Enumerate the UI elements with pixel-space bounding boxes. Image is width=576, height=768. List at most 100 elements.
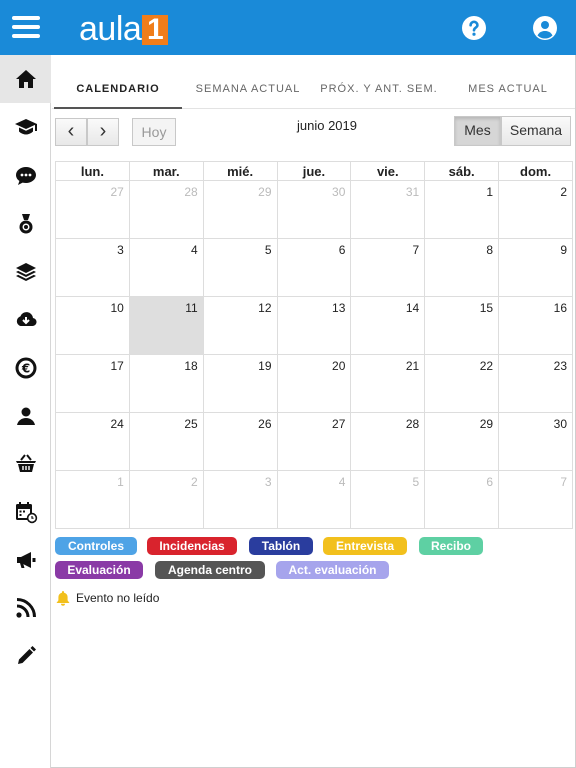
unread-label: Evento no leído <box>76 591 160 605</box>
tab-prox-ant-semana[interactable]: PRÓX. Y ANT. SEM. <box>314 69 444 109</box>
sidebar-item-shop[interactable] <box>0 440 51 488</box>
day-cell-other-month[interactable]: 3 <box>202 470 278 529</box>
day-cell[interactable]: 25 <box>128 412 204 471</box>
week-row: 17 18 19 20 21 22 23 <box>55 354 573 413</box>
day-cell[interactable]: 2 <box>498 180 573 239</box>
day-cell-other-month[interactable]: 2 <box>128 470 204 529</box>
legend-tag-act-evaluacion[interactable]: Act. evaluación <box>276 561 389 579</box>
megaphone-icon <box>16 552 35 568</box>
day-cell[interactable]: 28 <box>350 412 426 471</box>
sidebar-item-announcements[interactable] <box>0 536 51 584</box>
day-cell[interactable]: 1 <box>424 180 500 239</box>
day-cell-other-month[interactable]: 7 <box>498 470 573 529</box>
day-cell-other-month[interactable]: 29 <box>202 180 278 239</box>
sidebar-item-profile[interactable] <box>0 392 51 440</box>
day-cell-other-month[interactable]: 28 <box>128 180 204 239</box>
graduation-cap-icon <box>14 119 37 135</box>
day-cell-other-month[interactable]: 30 <box>276 180 352 239</box>
day-cell[interactable]: 7 <box>350 238 426 297</box>
layers-icon <box>15 263 36 281</box>
day-cell[interactable]: 15 <box>424 296 500 355</box>
today-button[interactable]: Hoy <box>132 118 176 146</box>
month-calendar: lun. mar. mié. jue. vie. sáb. dom. 27 28… <box>55 161 573 529</box>
view-tabs: CALENDARIO SEMANA ACTUAL PRÓX. Y ANT. SE… <box>52 69 575 109</box>
next-month-button[interactable]: › <box>87 118 119 146</box>
day-cell[interactable]: 13 <box>276 296 352 355</box>
sidebar-item-academic[interactable] <box>0 103 51 151</box>
chat-icon <box>15 167 36 185</box>
day-cell[interactable]: 22 <box>424 354 500 413</box>
day-cell[interactable]: 19 <box>202 354 278 413</box>
calendar-clock-icon <box>15 502 37 524</box>
rss-icon <box>15 598 36 618</box>
day-cell[interactable]: 17 <box>55 354 130 413</box>
app-logo[interactable]: aula 1 <box>79 10 169 48</box>
day-cell[interactable]: 23 <box>498 354 573 413</box>
prev-month-button[interactable]: ‹ <box>55 118 87 146</box>
legend-tag-controles[interactable]: Controles <box>55 537 137 555</box>
day-cell[interactable]: 24 <box>55 412 130 471</box>
week-row: 27 28 29 30 31 1 2 <box>55 180 573 239</box>
cloud-download-icon <box>16 312 37 327</box>
day-cell[interactable]: 27 <box>276 412 352 471</box>
weekday-header: jue. <box>276 161 352 181</box>
day-cell[interactable]: 4 <box>128 238 204 297</box>
legend-tag-entrevista[interactable]: Entrevista <box>323 537 407 555</box>
sidebar-item-feed[interactable] <box>0 584 51 632</box>
day-cell-other-month[interactable]: 27 <box>55 180 130 239</box>
day-cell[interactable]: 8 <box>424 238 500 297</box>
legend-tag-incidencias[interactable]: Incidencias <box>147 537 237 555</box>
day-cell-today[interactable]: 11 <box>128 296 204 355</box>
day-cell[interactable]: 21 <box>350 354 426 413</box>
euro-icon: € <box>15 357 36 379</box>
day-cell-other-month[interactable]: 6 <box>424 470 500 529</box>
svg-text:€: € <box>20 362 29 376</box>
medal-icon <box>19 214 32 234</box>
week-row: 3 4 5 6 7 8 9 <box>55 238 573 297</box>
sidebar-item-resources[interactable] <box>0 248 51 296</box>
menu-icon[interactable] <box>12 16 40 38</box>
legend-tag-agenda-centro[interactable]: Agenda centro <box>155 561 265 579</box>
day-cell[interactable]: 10 <box>55 296 130 355</box>
main-content: CALENDARIO SEMANA ACTUAL PRÓX. Y ANT. SE… <box>52 55 575 768</box>
day-cell[interactable]: 29 <box>424 412 500 471</box>
day-cell[interactable]: 16 <box>498 296 573 355</box>
home-icon <box>15 70 36 88</box>
day-cell[interactable]: 3 <box>55 238 130 297</box>
weekday-header: sáb. <box>424 161 500 181</box>
day-cell[interactable]: 12 <box>202 296 278 355</box>
legend-tag-recibo[interactable]: Recibo <box>419 537 483 555</box>
logo-text: aula <box>79 10 142 48</box>
day-cell[interactable]: 14 <box>350 296 426 355</box>
month-view-button[interactable]: Mes <box>454 116 501 146</box>
sidebar-item-home[interactable] <box>0 55 51 103</box>
tab-mes-actual[interactable]: MES ACTUAL <box>446 69 570 109</box>
tab-semana-actual[interactable]: SEMANA ACTUAL <box>184 69 312 109</box>
day-cell[interactable]: 20 <box>276 354 352 413</box>
help-icon[interactable] <box>462 16 486 40</box>
month-title: junio 2019 <box>297 118 357 133</box>
day-cell-other-month[interactable]: 5 <box>350 470 426 529</box>
day-cell[interactable]: 30 <box>498 412 573 471</box>
day-cell[interactable]: 5 <box>202 238 278 297</box>
week-view-button[interactable]: Semana <box>501 116 571 146</box>
day-cell[interactable]: 9 <box>498 238 573 297</box>
bell-icon <box>56 591 70 606</box>
sidebar-item-grades[interactable] <box>0 200 51 248</box>
day-cell-other-month[interactable]: 31 <box>350 180 426 239</box>
day-cell[interactable]: 6 <box>276 238 352 297</box>
sidebar-item-payments[interactable]: € <box>0 344 51 392</box>
legend-tag-evaluacion[interactable]: Evaluación <box>55 561 143 579</box>
sidebar-item-messages[interactable] <box>0 152 51 200</box>
sidebar-item-downloads[interactable] <box>0 296 51 344</box>
sidebar-item-edit[interactable] <box>0 632 51 680</box>
day-cell-other-month[interactable]: 4 <box>276 470 352 529</box>
legend-tag-tablon[interactable]: Tablón <box>249 537 313 555</box>
sidebar-item-calendar[interactable] <box>0 488 51 536</box>
user-icon[interactable] <box>533 16 557 40</box>
sidebar: € <box>0 55 51 768</box>
day-cell[interactable]: 18 <box>128 354 204 413</box>
tab-calendario[interactable]: CALENDARIO <box>54 69 182 109</box>
day-cell-other-month[interactable]: 1 <box>55 470 130 529</box>
day-cell[interactable]: 26 <box>202 412 278 471</box>
